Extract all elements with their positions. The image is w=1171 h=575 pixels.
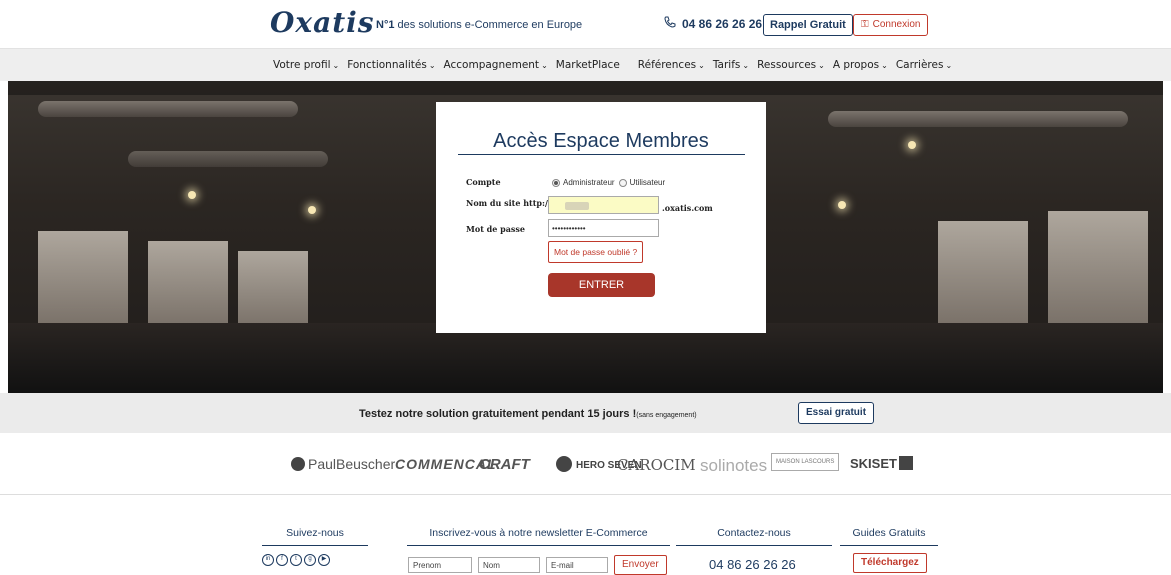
nav-item-4[interactable]: Références ⌄: [638, 59, 705, 71]
linkedin-icon[interactable]: in: [262, 554, 274, 566]
title-divider: [458, 154, 745, 155]
password-label: Mot de passe: [466, 224, 526, 234]
radio-admin[interactable]: [552, 178, 560, 187]
nav-item-5[interactable]: Tarifs ⌄: [713, 59, 749, 71]
nav-menu: Votre profil ⌄ Fonctionnalités ⌄ Accompagnem…: [273, 59, 960, 71]
callback-button[interactable]: Rappel Gratuit: [763, 14, 853, 36]
brand-solinotes: solinotes: [700, 456, 768, 475]
newsletter-send-button[interactable]: Envoyer: [614, 555, 667, 575]
chevron-down-icon: ⌄: [332, 61, 340, 70]
chevron-down-icon: ⌄: [818, 61, 825, 70]
nav-item-0[interactable]: Votre profil ⌄: [273, 59, 339, 71]
nav-item-2[interactable]: Accompagnement ⌄: [444, 59, 548, 71]
chevron-down-icon: ⌄: [541, 61, 548, 70]
facebook-icon[interactable]: f: [276, 554, 288, 566]
youtube-icon[interactable]: ▶: [318, 554, 330, 566]
twitter-icon[interactable]: t: [290, 554, 302, 566]
chevron-down-icon: ⌄: [428, 61, 436, 70]
login-title: Accès Espace Membres: [493, 130, 709, 152]
trial-strip: Testez notre solution gratuitement penda…: [0, 393, 1171, 433]
nav-item-7[interactable]: A propos ⌄: [833, 59, 888, 71]
nav-item-1[interactable]: Fonctionnalités ⌄: [347, 59, 435, 71]
nav-item-6[interactable]: Ressources ⌄: [757, 59, 825, 71]
nav-item-3[interactable]: MarketPlace: [556, 59, 620, 71]
footer: Suivez-nous in f t g ▶ Inscrivez-vous à …: [0, 495, 1171, 575]
site-suffix: .oxatis.com: [662, 203, 713, 213]
follow-us-title: Suivez-nous: [286, 527, 344, 539]
oxatis-logo[interactable]: Oxatis: [270, 6, 375, 39]
account-label: Compte: [466, 177, 501, 187]
newsletter-last-name-input[interactable]: Nom: [478, 557, 540, 573]
google-plus-icon[interactable]: g: [304, 554, 316, 566]
chevron-down-icon: ⌄: [742, 61, 750, 70]
brand-carocim: CAROCIM: [617, 456, 696, 474]
main-nav: Votre profil ⌄ Fonctionnalités ⌄ Accompagnem…: [0, 48, 1171, 81]
client-logos: PaulBeuscher COMMENCAL CRAFT HERO SEVEN …: [0, 433, 1171, 495]
site-name-label: Nom du site http://: [466, 198, 551, 208]
brand-skiset: SKISET: [850, 456, 913, 471]
download-guides-button[interactable]: Téléchargez: [853, 553, 927, 573]
site-name-input[interactable]: [548, 196, 659, 214]
brand-paulbeuscher: PaulBeuscher: [291, 456, 395, 472]
forgot-password-button[interactable]: Mot de passe oublié ?: [548, 241, 644, 263]
social-links: in f t g ▶: [262, 554, 330, 566]
login-button[interactable]: ⚿ Connexion: [853, 14, 929, 36]
redacted-site-name: [565, 202, 589, 210]
brand-maison-lascours: MAISON LASCOURS: [771, 453, 840, 471]
enter-button[interactable]: ENTRER: [548, 273, 655, 297]
header-phone[interactable]: 04 86 26 26 26: [664, 16, 762, 31]
trial-text: Testez notre solution gratuitement penda…: [359, 408, 697, 420]
newsletter-email-input[interactable]: E-mail: [546, 557, 608, 573]
contact-title: Contactez-nous: [717, 527, 791, 539]
brand-craft: CRAFT: [479, 456, 530, 473]
phone-icon: [664, 16, 676, 31]
key-icon: ⚿: [861, 19, 869, 30]
account-type-radio-group: Administrateur Utilisateur: [552, 178, 665, 187]
chevron-down-icon: ⌄: [945, 61, 953, 70]
top-bar: Oxatis N°1 des solutions e-Commerce en E…: [0, 0, 1171, 48]
footer-phone[interactable]: 04 86 26 26 26: [709, 557, 796, 572]
free-trial-button[interactable]: Essai gratuit: [798, 402, 875, 424]
guides-title: Guides Gratuits: [852, 527, 926, 539]
login-card: Accès Espace Membres Compte Administrate…: [436, 102, 766, 333]
nav-item-8[interactable]: Carrières ⌄: [896, 59, 952, 71]
chevron-down-icon: ⌄: [698, 61, 705, 70]
radio-user[interactable]: [618, 178, 627, 187]
password-input[interactable]: ••••••••••••: [548, 219, 659, 237]
newsletter-first-name-input[interactable]: Prenom: [408, 557, 472, 573]
chevron-down-icon: ⌄: [881, 61, 888, 70]
tagline: N°1 des solutions e-Commerce en Europe: [376, 19, 583, 31]
newsletter-title: Inscrivez-vous à notre newsletter E-Comm…: [429, 527, 648, 539]
